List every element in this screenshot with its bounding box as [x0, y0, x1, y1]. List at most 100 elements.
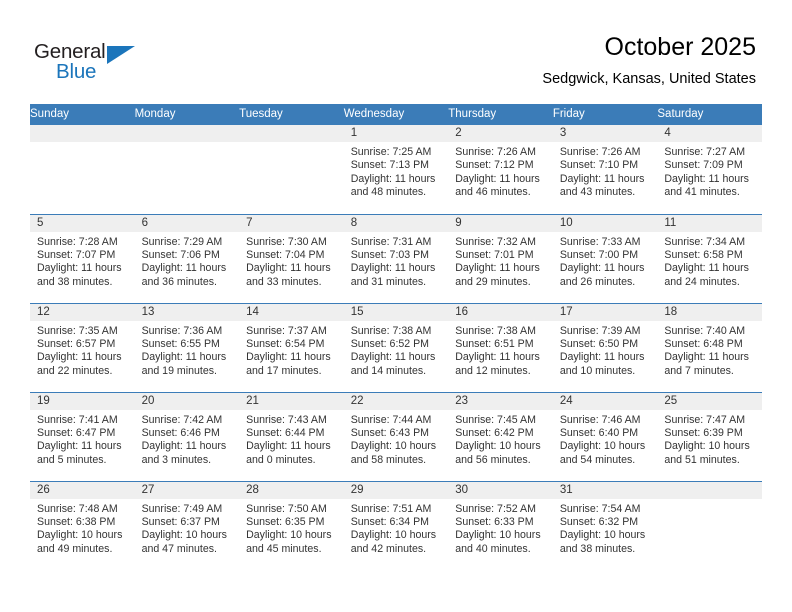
sunrise-text: Sunrise: 7:46 AM — [559, 413, 641, 426]
calendar-day-cell[interactable]: 28 Sunrise: 7:50 AM Sunset: 6:35 PM Dayligh… — [239, 480, 344, 570]
daylight-text-line1: Daylight: 11 hours — [37, 351, 122, 364]
calendar-day-cell[interactable]: 8 Sunrise: 7:31 AM Sunset: 7:03 PM Daylight… — [343, 213, 449, 303]
daylight-text-line1: Daylight: 11 hours — [455, 262, 540, 275]
calendar-day-cell[interactable]: 4 Sunrise: 7:27 AM Sunset: 7:09 PM Daylight… — [657, 125, 762, 214]
weekday-header-wednesday: Wednesday — [343, 104, 449, 125]
day-details: Sunrise: 7:45 AM Sunset: 6:42 PM Daylight:… — [448, 410, 553, 468]
daylight-text-line2: and 31 minutes. — [350, 275, 427, 288]
calendar-day-cell[interactable]: 25 Sunrise: 7:47 AM Sunset: 6:39 PM Dayligh… — [657, 391, 762, 481]
day-details: Sunrise: 7:30 AM Sunset: 7:04 PM Daylight:… — [239, 232, 344, 290]
calendar-day-cell[interactable]: 14 Sunrise: 7:37 AM Sunset: 6:54 PM Dayligh… — [239, 302, 344, 392]
daylight-text-line2: and 47 minutes. — [141, 542, 217, 555]
calendar-week-row: 1 Sunrise: 7:25 AM Sunset: 7:13 PM Daylight… — [30, 125, 762, 214]
calendar-day-cell[interactable]: 11 Sunrise: 7:34 AM Sunset: 6:58 PM Dayligh… — [657, 213, 762, 303]
daylight-text-line1: Daylight: 10 hours — [559, 440, 646, 453]
calendar-day-cell[interactable]: 30 Sunrise: 7:52 AM Sunset: 6:33 PM Dayligh… — [448, 480, 553, 570]
calendar-day-cell[interactable]: 1 Sunrise: 7:25 AM Sunset: 7:13 PM Daylight… — [343, 125, 449, 214]
daylight-text-line1: Daylight: 11 hours — [455, 172, 540, 185]
sunrise-text: Sunrise: 7:27 AM — [664, 146, 746, 158]
day-number: 8 — [343, 214, 449, 232]
sunset-text: Sunset: 7:07 PM — [37, 248, 116, 261]
day-details: Sunrise: 7:28 AM Sunset: 7:07 PM Daylight:… — [30, 232, 135, 290]
day-details — [135, 142, 240, 146]
weekday-header-row: Sunday Monday Tuesday Wednesday Thursday… — [30, 104, 762, 125]
general-blue-logo: General Blue — [34, 40, 154, 86]
sunrise-text: Sunrise: 7:45 AM — [455, 413, 536, 426]
calendar-day-cell[interactable]: 22 Sunrise: 7:44 AM Sunset: 6:43 PM Dayligh… — [343, 391, 449, 481]
daylight-text-line1: Daylight: 11 hours — [664, 172, 749, 185]
day-details: Sunrise: 7:29 AM Sunset: 7:06 PM Daylight:… — [135, 232, 240, 290]
day-number: 10 — [552, 214, 658, 232]
calendar-day-cell[interactable]: 12 Sunrise: 7:35 AM Sunset: 6:57 PM Dayligh… — [30, 302, 135, 392]
calendar-day-cell[interactable]: 6 Sunrise: 7:29 AM Sunset: 7:06 PM Daylight… — [134, 213, 240, 303]
logo-triangle-icon — [107, 46, 135, 64]
daylight-text-line1: Daylight: 11 hours — [350, 351, 436, 364]
day-details: Sunrise: 7:48 AM Sunset: 6:38 PM Daylight:… — [30, 499, 135, 557]
calendar-day-cell[interactable]: 10 Sunrise: 7:33 AM Sunset: 7:00 PM Dayligh… — [552, 213, 658, 303]
daylight-text-line2: and 42 minutes. — [350, 542, 427, 555]
daylight-text-line1: Daylight: 10 hours — [455, 440, 541, 453]
daylight-text-line1: Daylight: 10 hours — [350, 440, 437, 453]
calendar-day-cell[interactable]: 21 Sunrise: 7:43 AM Sunset: 6:44 PM Dayligh… — [239, 391, 344, 481]
day-details: Sunrise: 7:38 AM Sunset: 6:51 PM Daylight:… — [448, 321, 553, 379]
daylight-text-line1: Daylight: 11 hours — [350, 262, 436, 275]
sunset-text: Sunset: 6:34 PM — [350, 515, 430, 528]
daylight-text-line2: and 19 minutes. — [141, 364, 217, 377]
calendar-day-cell[interactable]: 13 Sunrise: 7:36 AM Sunset: 6:55 PM Dayligh… — [134, 302, 240, 392]
calendar-day-cell[interactable]: 23 Sunrise: 7:45 AM Sunset: 6:42 PM Dayligh… — [448, 391, 553, 481]
weekday-header-saturday: Saturday — [657, 104, 762, 125]
sunset-text: Sunset: 7:09 PM — [664, 159, 743, 172]
daylight-text-line1: Daylight: 11 hours — [455, 351, 540, 364]
day-number: 6 — [134, 214, 240, 232]
calendar-day-cell[interactable]: 18 Sunrise: 7:40 AM Sunset: 6:48 PM Dayligh… — [657, 302, 762, 392]
sunset-text: Sunset: 6:32 PM — [559, 515, 639, 528]
calendar-day-cell[interactable]: 20 Sunrise: 7:42 AM Sunset: 6:46 PM Dayligh… — [134, 391, 240, 481]
daylight-text-line2: and 51 minutes. — [664, 453, 740, 466]
calendar-day-cell[interactable]: 17 Sunrise: 7:39 AM Sunset: 6:50 PM Dayligh… — [552, 302, 658, 392]
sunset-text: Sunset: 6:51 PM — [455, 337, 534, 350]
day-number: 17 — [552, 303, 658, 321]
calendar-day-cell[interactable]: 15 Sunrise: 7:38 AM Sunset: 6:52 PM Dayligh… — [343, 302, 449, 392]
calendar-day-cell[interactable]: 24 Sunrise: 7:46 AM Sunset: 6:40 PM Dayligh… — [552, 391, 658, 481]
daylight-text-line1: Daylight: 11 hours — [37, 440, 122, 453]
daylight-text-line2: and 45 minutes. — [246, 542, 322, 555]
calendar-week-row: 26 Sunrise: 7:48 AM Sunset: 6:38 PM Dayligh… — [30, 480, 762, 570]
sunrise-text: Sunrise: 7:38 AM — [455, 324, 536, 337]
calendar-page: General Blue October 2025 Sedgwick, Kans… — [0, 0, 792, 612]
day-details: Sunrise: 7:26 AM Sunset: 7:12 PM Daylight:… — [448, 142, 553, 200]
calendar-day-cell[interactable]: 5 Sunrise: 7:28 AM Sunset: 7:07 PM Daylight… — [30, 213, 135, 303]
calendar-day-cell[interactable]: 3 Sunrise: 7:26 AM Sunset: 7:10 PM Daylight… — [552, 125, 658, 214]
day-number: 11 — [657, 214, 762, 232]
day-number: 23 — [448, 392, 553, 410]
calendar-body: 1 Sunrise: 7:25 AM Sunset: 7:13 PM Daylight… — [30, 125, 762, 570]
day-number: 18 — [657, 303, 762, 321]
sunset-text: Sunset: 6:52 PM — [350, 337, 430, 350]
calendar-day-cell[interactable]: 27 Sunrise: 7:49 AM Sunset: 6:37 PM Dayligh… — [134, 480, 240, 570]
sunrise-text: Sunrise: 7:33 AM — [559, 235, 641, 248]
sunset-text: Sunset: 6:33 PM — [455, 515, 534, 528]
daylight-text-line1: Daylight: 10 hours — [350, 529, 437, 542]
calendar-day-cell[interactable]: 31 Sunrise: 7:54 AM Sunset: 6:32 PM Dayligh… — [552, 480, 658, 570]
calendar-day-cell[interactable]: 16 Sunrise: 7:38 AM Sunset: 6:51 PM Dayligh… — [448, 302, 553, 392]
daylight-text-line2: and 38 minutes. — [37, 275, 113, 288]
day-details: Sunrise: 7:49 AM Sunset: 6:37 PM Daylight:… — [135, 499, 240, 557]
day-number: 9 — [448, 214, 553, 232]
sunset-text: Sunset: 6:44 PM — [246, 426, 325, 439]
calendar-day-cell[interactable]: 7 Sunrise: 7:30 AM Sunset: 7:04 PM Daylight… — [239, 213, 344, 303]
day-details — [239, 142, 344, 146]
day-details: Sunrise: 7:41 AM Sunset: 6:47 PM Daylight:… — [30, 410, 135, 468]
daylight-text-line2: and 41 minutes. — [664, 186, 740, 199]
calendar-day-cell[interactable]: 9 Sunrise: 7:32 AM Sunset: 7:01 PM Daylight… — [448, 213, 553, 303]
sunrise-text: Sunrise: 7:34 AM — [664, 235, 746, 248]
calendar-cell-empty — [239, 125, 344, 214]
daylight-text-line2: and 46 minutes. — [455, 186, 531, 199]
calendar-day-cell[interactable]: 2 Sunrise: 7:26 AM Sunset: 7:12 PM Daylight… — [448, 125, 553, 214]
sunrise-text: Sunrise: 7:26 AM — [455, 146, 536, 158]
sunrise-text: Sunrise: 7:36 AM — [141, 324, 223, 337]
calendar-day-cell[interactable]: 29 Sunrise: 7:51 AM Sunset: 6:34 PM Dayligh… — [343, 480, 449, 570]
calendar-day-cell[interactable]: 19 Sunrise: 7:41 AM Sunset: 6:47 PM Dayligh… — [30, 391, 135, 481]
day-number: 27 — [134, 481, 240, 499]
calendar-day-cell[interactable]: 26 Sunrise: 7:48 AM Sunset: 6:38 PM Dayligh… — [30, 480, 135, 570]
day-number: 29 — [343, 481, 449, 499]
sunset-text: Sunset: 7:01 PM — [455, 248, 534, 261]
